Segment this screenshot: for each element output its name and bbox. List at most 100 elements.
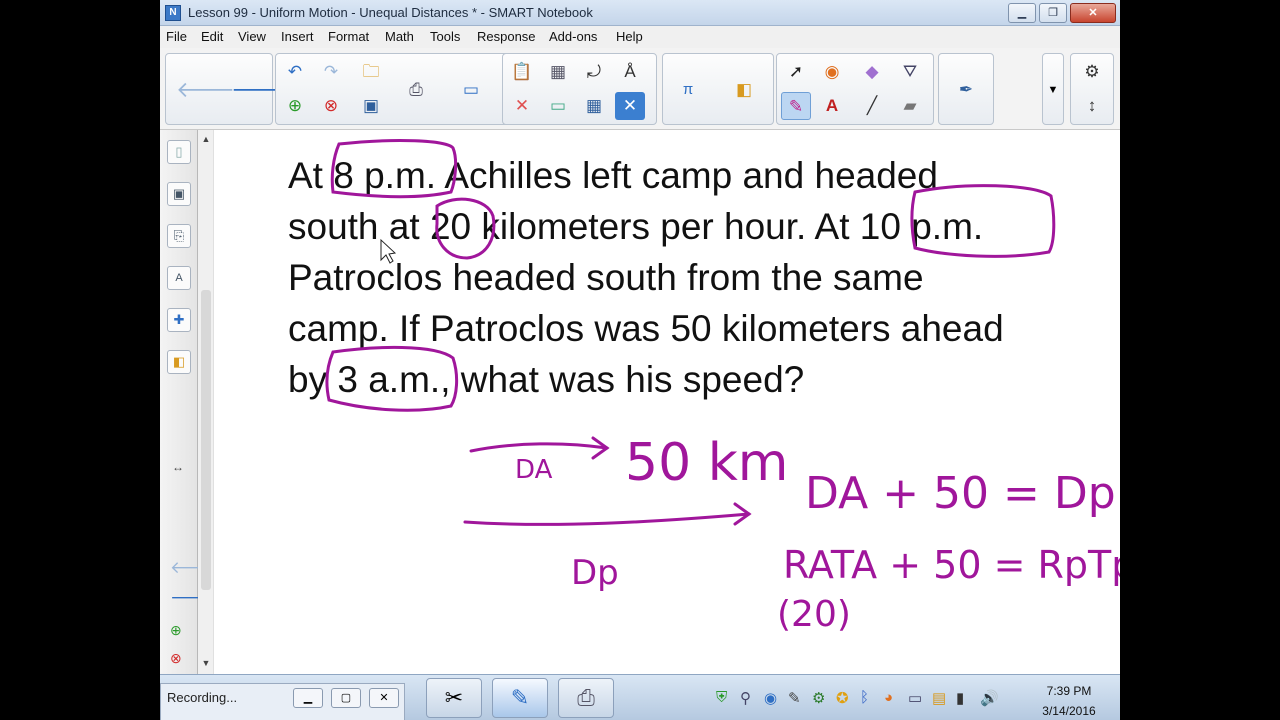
notebook-page[interactable]: At 8 p.m. Achilles left camp and headed … [215,130,1120,674]
tray-display-icon[interactable]: ▭ [908,689,922,707]
fill-icon[interactable]: ⛛ [895,58,925,86]
math-group: π ◧ [662,53,774,125]
menu-math[interactable]: Math [385,29,414,44]
circle-20 [435,197,496,260]
paste-icon[interactable]: 📋 [507,58,537,86]
select-cursor-icon[interactable]: ➚ [781,58,811,86]
taskbar-snipping-tool[interactable]: ✂ [426,678,482,718]
vertical-scrollbar[interactable]: ▲ ▼ [198,130,214,674]
recording-maximize-button[interactable]: ▢ [331,688,361,708]
properties-icon[interactable]: A [167,266,191,290]
gear-icon[interactable]: ⚙ [1077,58,1107,86]
tray-smart-icon[interactable]: ✪ [836,689,849,707]
eraser-tool-icon[interactable]: ▰ [895,92,925,120]
next-page-icon[interactable]: 🡒 [231,76,290,104]
menu-tools[interactable]: Tools [430,29,460,44]
delete-page-icon[interactable]: ⊗ [316,92,346,120]
move-toolbar-icon[interactable]: ↕ [1077,92,1107,120]
taskbar-document-camera[interactable]: ⎙ [558,678,614,718]
line-icon[interactable]: ╱ [857,92,887,120]
screen-shade-icon[interactable]: ▭ [456,76,486,104]
screen-capture-icon[interactable]: ▦ [543,58,573,86]
side-bar: ▯ ▣ ⎘ A ✚ ◧ ↔ 🡐 🡒 ⊕ ⊗ [160,130,216,674]
circle-10pm [910,184,1056,258]
scissors-icon: ✂ [444,685,464,710]
toolbar-more: ▼ [1042,53,1064,125]
addons-icon[interactable]: ✚ [167,308,191,332]
tray-power-icon[interactable]: ▮ [956,689,964,707]
label-50km: 50 km [625,433,788,493]
equation-1: DA + 50 = Dp [805,468,1116,519]
arrow-dp [463,512,751,526]
shapes-icon[interactable]: ◉ [817,58,847,86]
eraser-icon[interactable]: ◆ [857,58,887,86]
page-sorter-icon[interactable]: ▯ [167,140,191,164]
clear-icon[interactable]: ✕ [615,92,645,120]
drawing-tools-group: ➚ ◉ ◆ ⛛ ✎ A ╱ ▰ [776,53,934,125]
document-camera-icon[interactable]: ⎙ [401,76,431,104]
tray-network-icon[interactable]: ⚲ [740,689,751,707]
equation-2: RATA + 50 = RpTp [783,543,1120,587]
taskbar: Recording... ▁ ▢ ✕ ✂ ✎ ⎙ ⛨ ⚲ ◉ ✎ ⚙ ✪ ᛒ ◕… [160,674,1120,720]
resize-handle-icon[interactable]: ↔ [172,460,184,474]
attachments-icon[interactable]: ⎘ [167,224,191,248]
undo-icon[interactable]: ↶ [280,58,310,86]
menu-help[interactable]: Help [616,29,643,44]
lesson-activity-toolkit-icon[interactable]: ◧ [167,350,191,374]
circle-3am [325,345,459,412]
minimize-button[interactable]: ▁ [1008,3,1036,23]
menu-edit[interactable]: Edit [201,29,223,44]
pens-icon[interactable]: ✎ [781,92,811,120]
scroll-up-icon[interactable]: ▲ [200,134,212,144]
sidebar-delete-page-icon[interactable]: ⊗ [170,650,182,667]
open-folder-icon[interactable]: 🗀 [356,58,386,86]
maximize-button[interactable]: ❐ [1039,3,1067,23]
recording-label: Recording... [167,690,238,705]
math-tools-icon[interactable]: π [673,76,703,104]
settings-group: ⚙ ↕ [1070,53,1114,125]
scroll-thumb[interactable] [201,290,211,590]
taskbar-smart-notebook[interactable]: ✎ [492,678,548,718]
add-page-icon[interactable]: ⊕ [280,92,310,120]
tray-folder-icon[interactable]: ▤ [932,689,946,707]
pen-properties-icon[interactable]: ✒ [951,76,981,104]
chevron-down-icon[interactable]: ▼ [1039,76,1067,104]
spell-check-icon[interactable]: Å [615,58,645,86]
tray-update-icon[interactable]: ◉ [764,689,777,707]
tray-pen-icon[interactable]: ✎ [788,689,801,707]
table-icon[interactable]: ▦ [579,92,609,120]
previous-page-icon[interactable]: 🡐 [176,76,235,104]
window-title: Lesson 99 - Uniform Motion - Unequal Dis… [188,5,593,20]
save-icon[interactable]: ▣ [356,92,386,120]
menu-response[interactable]: Response [477,29,536,44]
close-button[interactable]: ✕ [1070,3,1116,23]
sidebar-add-page-icon[interactable]: ⊕ [170,622,182,639]
redo-icon[interactable]: ↷ [316,58,346,86]
scroll-down-icon[interactable]: ▼ [200,658,212,668]
clock-time: 7:39 PM [1046,684,1092,698]
recording-window[interactable]: Recording... ▁ ▢ ✕ [160,683,405,720]
ink-annotations: DA 50 km Dp DA + 50 = Dp RATA + 50 = RpT… [325,139,1120,635]
label-da: DA [515,455,553,485]
rotate-icon[interactable]: ⤾ [579,58,609,86]
menu-insert[interactable]: Insert [281,29,314,44]
tray-antivirus-icon[interactable]: ◕ [884,689,893,706]
menu-view[interactable]: View [238,29,266,44]
tray-volume-icon[interactable]: 🔊 [980,689,999,707]
menu-addons[interactable]: Add-ons [549,29,597,44]
tray-bluetooth-icon[interactable]: ᛒ [860,689,869,706]
delete-icon[interactable]: ✕ [507,92,537,120]
recording-minimize-button[interactable]: ▁ [293,688,323,708]
display-icon[interactable]: ▭ [543,92,573,120]
recording-close-button[interactable]: ✕ [369,688,399,708]
system-clock[interactable]: 7:39 PM 3/14/2016 [1024,681,1114,720]
menu-format[interactable]: Format [328,29,369,44]
text-icon[interactable]: A [817,92,847,120]
mouse-cursor-icon [380,238,397,264]
gallery-icon[interactable]: ▣ [167,182,191,206]
tray-app-icon[interactable]: ⚙ [812,689,825,707]
lesson-activity-icon[interactable]: ◧ [729,76,759,104]
tray-shield-icon[interactable]: ⛨ [716,689,727,706]
notebook-icon: ✎ [510,685,530,710]
menu-file[interactable]: File [166,29,187,44]
